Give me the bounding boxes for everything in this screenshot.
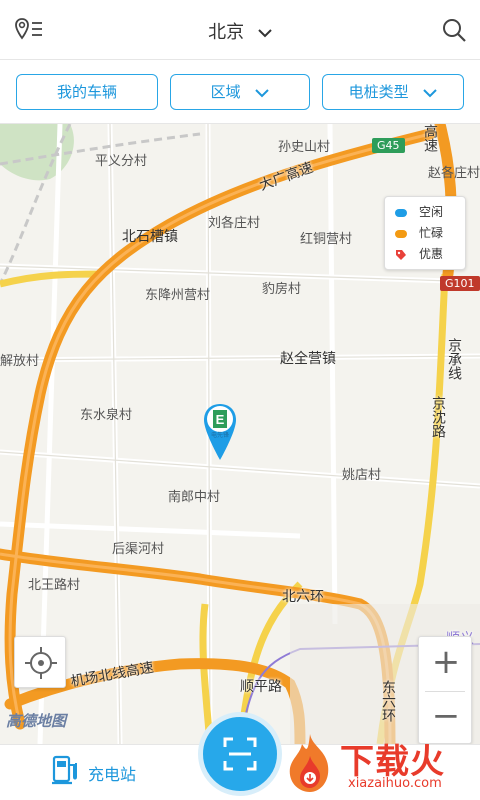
- legend-item: 空闲: [395, 203, 443, 221]
- highway-shield: G101: [440, 276, 480, 291]
- crosshair-icon: [25, 647, 57, 679]
- svg-text:E: E: [216, 412, 225, 427]
- highway-shield: G45: [372, 138, 405, 153]
- place-label: 解放村: [0, 354, 40, 369]
- scan-button[interactable]: [198, 712, 282, 796]
- place-label: 豹房村: [262, 282, 302, 297]
- marker-brand: 电先锋: [210, 432, 229, 439]
- road-label: 顺平路: [240, 679, 282, 695]
- chevron-down-icon: [255, 88, 270, 97]
- place-label: 赵全营镇: [280, 351, 336, 367]
- place-label: 平义分村: [95, 154, 148, 169]
- pile-type-dropdown[interactable]: 电桩类型: [322, 74, 464, 110]
- legend-item: 忙碌: [395, 224, 443, 242]
- place-label: 南郎中村: [168, 490, 221, 505]
- top-bar: 北京: [0, 0, 480, 60]
- zoom-in-button[interactable]: +: [419, 637, 473, 691]
- road-label: 京沈路: [430, 396, 446, 438]
- scan-icon: [223, 737, 257, 771]
- place-label: 赵各庄村: [428, 166, 480, 181]
- chevron-down-icon: [423, 88, 438, 97]
- legend-label: 忙碌: [419, 226, 444, 240]
- place-label: 北王路村: [28, 578, 81, 593]
- city-label: 北京: [208, 22, 245, 43]
- chevron-down-icon: [258, 29, 272, 38]
- road-label: 北六环: [282, 589, 324, 605]
- search-icon[interactable]: [440, 16, 468, 44]
- legend-label: 空闲: [419, 205, 444, 219]
- discount-tag-icon: [396, 249, 406, 260]
- map-view[interactable]: 平义分村 孙史山村 赵各庄村 北石槽镇 刘各庄村 红铜营村 东降州营村 豹房村 …: [0, 124, 480, 744]
- charging-station-marker[interactable]: E 电先锋: [202, 402, 238, 462]
- amap-logo: 高德地图: [6, 712, 67, 730]
- charging-station-icon: [52, 755, 77, 785]
- place-label: 后渠河村: [112, 542, 165, 557]
- region-dropdown[interactable]: 区域: [170, 74, 310, 110]
- place-label: 姚店村: [342, 468, 382, 483]
- legend-item: 优惠: [395, 245, 443, 263]
- watermark: 下载火 xiazaihuo.com: [282, 728, 478, 798]
- my-vehicle-label: 我的车辆: [56, 83, 117, 101]
- filter-bar: 我的车辆 区域 电桩类型: [0, 60, 480, 124]
- watermark-url: xiazaihuo.com: [348, 776, 442, 791]
- road-label: 京承线: [446, 338, 462, 380]
- place-label: 刘各庄村: [208, 216, 261, 231]
- place-label: 东水泉村: [80, 408, 133, 423]
- charging-station-label: 充电站: [88, 765, 137, 784]
- city-selector[interactable]: 北京: [0, 18, 480, 44]
- pile-type-label: 电桩类型: [348, 83, 409, 101]
- place-label: 北石槽镇: [122, 229, 178, 245]
- fire-logo-icon: [289, 734, 329, 792]
- road-label: 高速: [422, 124, 438, 152]
- legend-label: 优惠: [419, 247, 444, 261]
- busy-dot-icon: [395, 229, 407, 238]
- place-label: 东降州营村: [145, 288, 211, 303]
- locate-button[interactable]: [14, 636, 66, 688]
- road-label: 东六环: [380, 680, 396, 722]
- idle-dot-icon: [395, 208, 407, 217]
- place-label: 孙史山村: [278, 140, 331, 155]
- place-label: 红铜营村: [300, 232, 353, 247]
- status-legend: 空闲 忙碌 优惠: [384, 196, 466, 270]
- region-label: 区域: [210, 83, 241, 101]
- my-vehicle-button[interactable]: 我的车辆: [16, 74, 158, 110]
